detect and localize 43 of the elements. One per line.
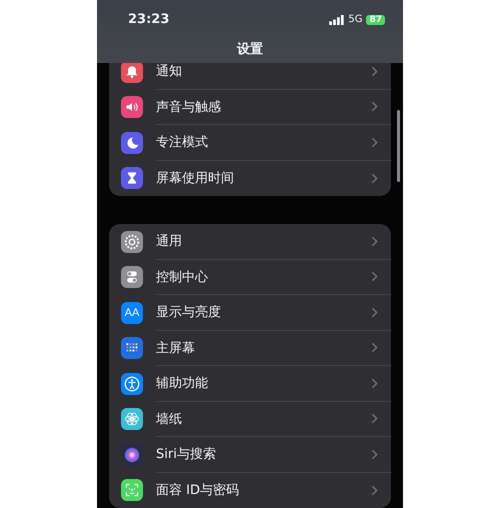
network-label: 5G xyxy=(348,14,362,25)
settings-row[interactable]: 辅助功能 xyxy=(109,366,391,402)
scrollbar xyxy=(397,110,400,182)
row-label: Siri与搜索 xyxy=(156,446,216,464)
settings-row[interactable]: AA 显示与亮度 xyxy=(109,295,391,330)
row-label: 墙纸 xyxy=(156,410,182,428)
row-label: 显示与亮度 xyxy=(156,304,221,322)
row-label: 通用 xyxy=(156,233,182,250)
chevron-icon xyxy=(371,413,378,424)
chevron-icon xyxy=(371,484,378,496)
settings-row[interactable]: Siri与搜索 xyxy=(109,437,391,472)
row-label: 声音与触感 xyxy=(156,98,221,116)
signal-icon xyxy=(329,14,344,24)
settings-row[interactable]: 屏幕使用时间 xyxy=(109,160,391,196)
settings-row[interactable]: 声音与触感 xyxy=(109,90,391,125)
settings-row[interactable]: 通知 xyxy=(109,63,391,90)
settings-row[interactable]: 通用 xyxy=(109,224,391,260)
row-label: 专注模式 xyxy=(156,134,208,152)
row-label: 屏幕使用时间 xyxy=(156,170,234,188)
chevron-icon xyxy=(371,448,378,460)
text-size-icon: AA xyxy=(121,302,143,324)
chevron-icon xyxy=(371,271,378,282)
settings-row[interactable]: 主屏幕 xyxy=(109,330,391,366)
chevron-icon xyxy=(371,306,378,318)
page-title: 设置 xyxy=(236,41,264,58)
clock-time: 23:23 xyxy=(128,12,170,27)
chevron-icon xyxy=(371,136,378,148)
row-label: 控制中心 xyxy=(156,268,208,286)
settings-row[interactable]: 专注模式 xyxy=(109,125,391,160)
chevron-icon xyxy=(371,66,378,77)
chevron-icon xyxy=(371,342,378,354)
row-label: 面容 ID与密码 xyxy=(156,482,239,500)
row-label: 辅助功能 xyxy=(156,375,208,392)
chevron-icon xyxy=(371,236,378,247)
settings-row[interactable]: 墙纸 xyxy=(109,402,391,437)
row-label: 通知 xyxy=(156,63,182,80)
settings-row[interactable]: 控制中心 xyxy=(109,260,391,295)
chevron-icon xyxy=(371,378,378,389)
settings-row[interactable]: 面容 ID与密码 xyxy=(109,472,391,508)
chevron-icon xyxy=(371,101,378,112)
row-label: 主屏幕 xyxy=(156,340,195,357)
battery-indicator: 87 xyxy=(366,14,385,24)
chevron-icon xyxy=(371,172,378,184)
